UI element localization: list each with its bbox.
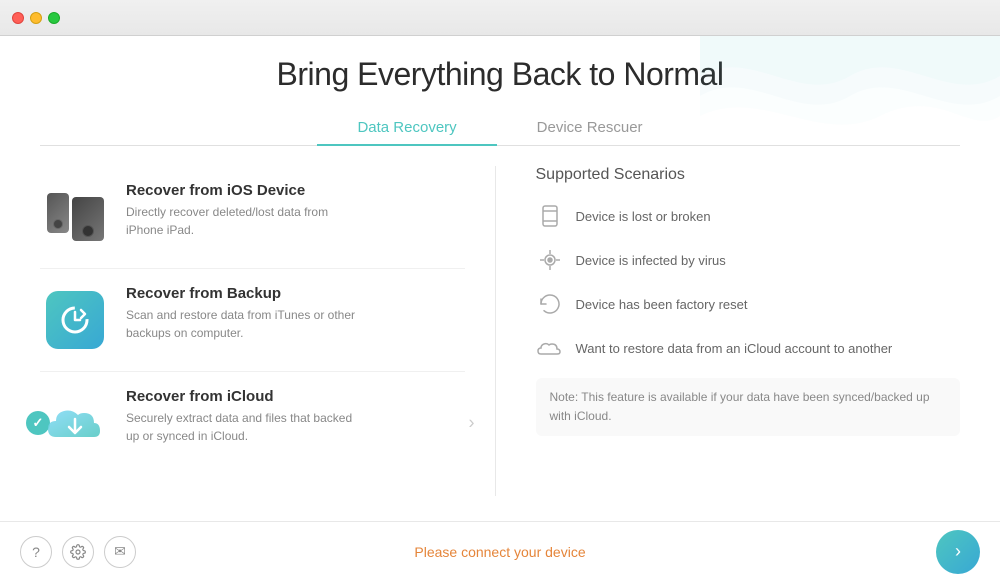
backup-icon (59, 304, 91, 336)
hero-title: Bring Everything Back to Normal (40, 56, 960, 93)
reset-icon (536, 290, 564, 318)
icloud-item-arrow: › (469, 413, 475, 434)
scenario-text-virus: Device is infected by virus (576, 253, 726, 268)
mail-button[interactable]: ✉ (104, 536, 136, 568)
backup-icon-bg (46, 291, 104, 349)
icloud-icon-bg (44, 398, 106, 448)
minimize-button[interactable] (30, 12, 42, 24)
icloud-icon-outer-wrap: ✓ (40, 388, 110, 458)
main-content: Bring Everything Back to Normal Data Rec… (0, 36, 1000, 521)
status-prefix: Please (414, 544, 461, 560)
close-button[interactable] (12, 12, 24, 24)
note-text: Note: This feature is available if your … (550, 390, 930, 423)
help-button[interactable]: ? (20, 536, 52, 568)
ios-item-title: Recover from iOS Device (126, 182, 366, 199)
icloud-item-text: Recover from iCloud Securely extract dat… (126, 388, 366, 445)
left-panel: Recover from iOS Device Directly recover… (40, 166, 496, 496)
scenario-item-reset: Device has been factory reset (536, 290, 961, 318)
settings-button[interactable] (62, 536, 94, 568)
cloud-restore-icon (536, 334, 564, 362)
ios-icon-wrap (40, 182, 110, 252)
backup-item-text: Recover from Backup Scan and restore dat… (126, 285, 366, 342)
ios-device-icon (47, 193, 104, 241)
traffic-lights (12, 12, 60, 24)
scenario-item-icloud-restore: Want to restore data from an iCloud acco… (536, 334, 961, 362)
tab-device-rescuer[interactable]: Device Rescuer (497, 111, 683, 146)
bottom-icons: ? ✉ (20, 536, 136, 568)
recover-icloud-item[interactable]: ✓ (40, 372, 465, 474)
tab-bar: Data Recovery Device Rescuer (40, 111, 960, 146)
note-box: Note: This feature is available if your … (536, 378, 961, 436)
scenario-text-icloud-restore: Want to restore data from an iCloud acco… (576, 341, 893, 356)
status-highlight: connect (461, 544, 510, 560)
backup-item-title: Recover from Backup (126, 285, 366, 302)
next-arrow-icon: › (955, 541, 961, 562)
scenario-item-virus: Device is infected by virus (536, 246, 961, 274)
scenario-text-reset: Device has been factory reset (576, 297, 748, 312)
icloud-item-title: Recover from iCloud (126, 388, 366, 405)
icloud-cloud-icon (44, 399, 106, 447)
maximize-button[interactable] (48, 12, 60, 24)
backup-icon-wrap (40, 285, 110, 355)
status-text: Please connect your device (414, 544, 585, 560)
bottom-bar: ? ✉ Please connect your device › (0, 521, 1000, 581)
icloud-item-desc: Securely extract data and files that bac… (126, 409, 366, 445)
tab-data-recovery[interactable]: Data Recovery (317, 111, 496, 146)
status-suffix: your device (510, 544, 585, 560)
scenario-item-lost: Device is lost or broken (536, 202, 961, 230)
phone-shape (47, 193, 69, 233)
content-columns: Recover from iOS Device Directly recover… (40, 166, 960, 496)
recover-backup-item[interactable]: Recover from Backup Scan and restore dat… (40, 269, 465, 372)
virus-icon (536, 246, 564, 274)
scenario-text-lost: Device is lost or broken (576, 209, 711, 224)
title-bar (0, 0, 1000, 36)
tablet-shape (72, 197, 104, 241)
right-panel: Supported Scenarios Device is lost or br… (496, 166, 961, 496)
ios-item-text: Recover from iOS Device Directly recover… (126, 182, 366, 239)
scenarios-title: Supported Scenarios (536, 166, 961, 184)
phone-broken-icon (536, 202, 564, 230)
next-button[interactable]: › (936, 530, 980, 574)
backup-item-desc: Scan and restore data from iTunes or oth… (126, 306, 366, 342)
ios-item-desc: Directly recover deleted/lost data from … (126, 203, 366, 239)
recover-ios-item[interactable]: Recover from iOS Device Directly recover… (40, 166, 465, 269)
